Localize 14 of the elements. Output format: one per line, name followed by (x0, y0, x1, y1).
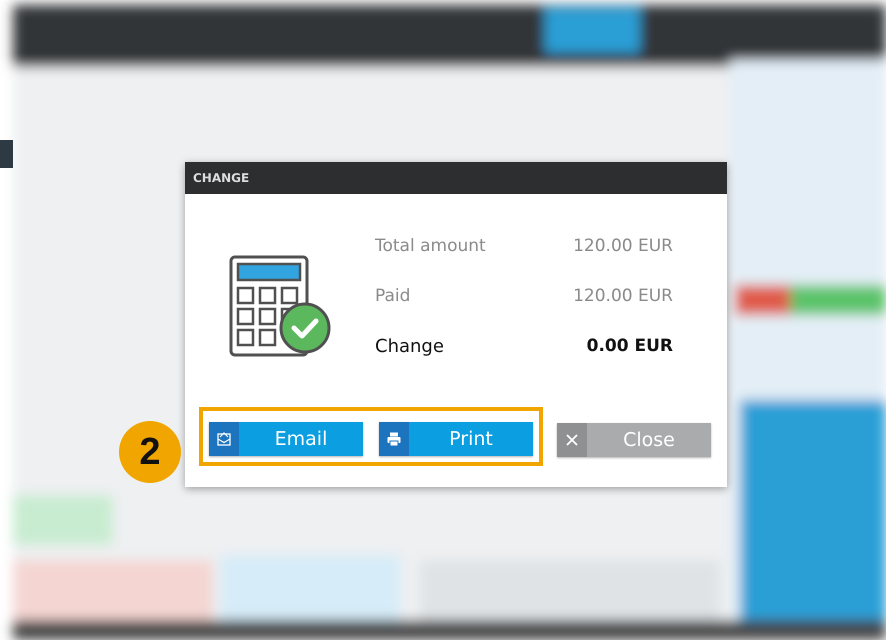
close-button[interactable]: Close (557, 422, 711, 456)
dialog-title: CHANGE (185, 162, 727, 194)
amount-value: 120.00 EUR (572, 236, 673, 256)
close-icon (564, 432, 580, 448)
amount-label: Total amount (375, 236, 487, 256)
calculator-check-icon (229, 254, 331, 356)
print-button[interactable]: Print (379, 422, 533, 456)
amount-value: 120.00 EUR (572, 286, 673, 306)
printer-icon (386, 431, 402, 447)
amount-label: Paid (375, 286, 412, 306)
envelope-icon (216, 431, 232, 447)
amount-value: 0.00 EUR (586, 336, 673, 357)
email-button[interactable]: Email (209, 422, 363, 456)
amount-label: Change (375, 336, 445, 357)
